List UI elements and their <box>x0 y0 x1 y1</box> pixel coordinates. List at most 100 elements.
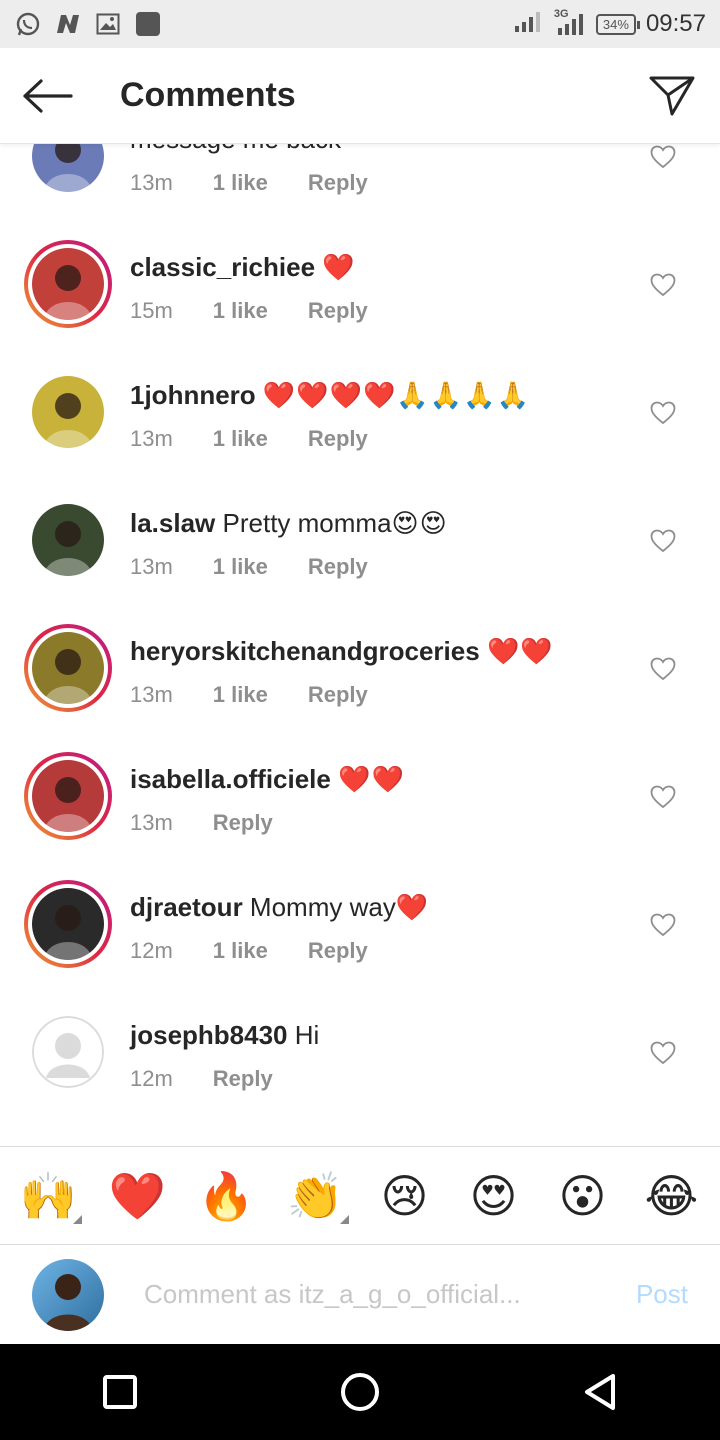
clapping-hands-emoji[interactable]: 👏 <box>281 1168 351 1224</box>
circle-icon <box>341 1373 379 1411</box>
skin-tone-indicator <box>72 1214 82 1224</box>
comment-username[interactable]: 1johnnero <box>130 380 256 410</box>
heart-outline-icon <box>650 1041 676 1065</box>
comment-row: message me back 13m 1 like Reply <box>0 144 720 216</box>
comment-likes[interactable]: 1 like <box>213 938 268 964</box>
comment-meta: 15m 1 like Reply <box>130 298 368 324</box>
comment-time: 13m <box>130 554 173 579</box>
comment-likes[interactable]: 1 like <box>213 170 268 196</box>
comment-emoji: ❤️ <box>322 252 356 282</box>
heart-outline-icon <box>650 913 676 937</box>
comment-time: 15m <box>130 298 173 323</box>
paper-plane-icon <box>649 76 695 115</box>
comment-text: isabella.officiele ❤️❤️ <box>130 762 405 796</box>
post-button[interactable]: Post <box>636 1279 688 1310</box>
like-comment-button[interactable] <box>648 910 678 940</box>
like-comment-button[interactable] <box>648 270 678 300</box>
comment-likes[interactable]: 1 like <box>213 298 268 324</box>
reply-button[interactable]: Reply <box>213 1066 273 1092</box>
recent-apps-button[interactable] <box>80 1352 160 1432</box>
fire-emoji[interactable]: 🔥 <box>192 1168 262 1224</box>
comment-avatar[interactable] <box>24 144 112 200</box>
tears-of-joy-emoji[interactable]: 😂 <box>637 1168 707 1224</box>
reply-button[interactable]: Reply <box>308 426 368 452</box>
back-button[interactable] <box>0 48 96 144</box>
comment-row: la.slaw Pretty momma😍😍 13m 1 like Reply <box>0 472 720 600</box>
like-comment-button[interactable] <box>648 144 678 172</box>
comment-time: 13m <box>130 426 173 451</box>
comment-row: josephb8430 Hi 12m Reply <box>0 984 720 1112</box>
comment-likes[interactable]: 1 like <box>213 426 268 452</box>
comment-avatar[interactable] <box>24 880 112 968</box>
comment-username[interactable]: heryorskitchenandgroceries <box>130 636 480 666</box>
avatar-frame <box>28 500 108 580</box>
comment-avatar[interactable] <box>24 752 112 840</box>
triangle-back-icon <box>585 1374 615 1410</box>
raising-hands-emoji[interactable]: 🙌 <box>14 1168 84 1224</box>
comment-row: isabella.officiele ❤️❤️ 13m Reply <box>0 728 720 856</box>
like-comment-button[interactable] <box>648 1038 678 1068</box>
comment-body: message me back <box>130 144 341 154</box>
avatar-photo <box>32 248 104 320</box>
comment-text: la.slaw Pretty momma😍😍 <box>130 506 448 540</box>
back-nav-button[interactable] <box>560 1352 640 1432</box>
comment-username[interactable]: djraetour <box>130 892 243 922</box>
comment-username[interactable]: classic_richiee <box>130 252 315 282</box>
comment-avatar[interactable] <box>24 1008 112 1096</box>
comment-avatar[interactable] <box>24 624 112 712</box>
heart-eyes-emoji[interactable]: 😍 <box>459 1168 529 1224</box>
comment-avatar[interactable] <box>24 496 112 584</box>
avatar-photo <box>32 632 104 704</box>
comment-emoji: ❤️ <box>395 892 430 922</box>
avatar-frame <box>28 1012 108 1092</box>
reply-button[interactable]: Reply <box>308 554 368 580</box>
comment-text: message me back <box>130 144 341 156</box>
like-comment-button[interactable] <box>648 526 678 556</box>
reply-button[interactable]: Reply <box>308 938 368 964</box>
home-button[interactable] <box>320 1352 400 1432</box>
comment-input[interactable] <box>144 1269 564 1320</box>
avatar-frame <box>28 884 108 964</box>
emoji-glyph: 😂 <box>644 1169 699 1222</box>
like-comment-button[interactable] <box>648 782 678 812</box>
reply-button[interactable]: Reply <box>308 298 368 324</box>
heart-outline-icon <box>650 401 676 425</box>
comment-username[interactable]: josephb8430 <box>130 1020 288 1050</box>
notification-icons <box>14 10 162 38</box>
heart-outline-icon <box>650 145 676 169</box>
comment-username[interactable]: isabella.officiele <box>130 764 331 794</box>
comment-time: 13m <box>130 170 173 195</box>
like-comment-button[interactable] <box>648 398 678 428</box>
comment-avatar[interactable] <box>24 368 112 456</box>
comment-time: 13m <box>130 810 173 835</box>
crying-face-emoji[interactable]: 😢 <box>370 1168 440 1224</box>
avatar-photo <box>32 144 104 192</box>
comment-meta: 13m 1 like Reply <box>130 426 368 452</box>
surprised-face-emoji[interactable]: 😮 <box>548 1168 618 1224</box>
signal-icon <box>514 11 544 38</box>
comment-text: 1johnnero ❤️❤️❤️❤️🙏🙏🙏🙏 <box>130 378 530 412</box>
reply-button[interactable]: Reply <box>213 810 273 836</box>
heart-outline-icon <box>650 529 676 553</box>
comment-likes[interactable]: 1 like <box>213 682 268 708</box>
reply-button[interactable]: Reply <box>308 682 368 708</box>
comment-username[interactable]: la.slaw <box>130 508 215 538</box>
comment-meta: 12m 1 like Reply <box>130 938 368 964</box>
whatsapp-icon <box>14 10 42 38</box>
red-heart-emoji[interactable]: ❤️ <box>103 1168 173 1224</box>
comment-list[interactable]: message me back 13m 1 like Reply classic_ric… <box>0 144 720 1146</box>
comment-likes[interactable]: 1 like <box>213 554 268 580</box>
header-bar: Comments <box>0 48 720 144</box>
emoji-quick-bar: 🙌 ❤️ 🔥 👏 😢 😍 😮 😂 <box>0 1146 720 1244</box>
avatar-frame <box>28 628 108 708</box>
like-comment-button[interactable] <box>648 654 678 684</box>
status-right: 3G 34% 09:57 <box>514 8 706 38</box>
emoji-glyph: 🔥 <box>197 1169 256 1222</box>
share-button[interactable] <box>624 48 720 144</box>
comment-avatar[interactable] <box>24 240 112 328</box>
comment-time: 12m <box>130 1066 173 1091</box>
avatar-photo <box>32 888 104 960</box>
comment-time: 12m <box>130 938 173 963</box>
reply-button[interactable]: Reply <box>308 170 368 196</box>
avatar-photo <box>32 504 104 576</box>
